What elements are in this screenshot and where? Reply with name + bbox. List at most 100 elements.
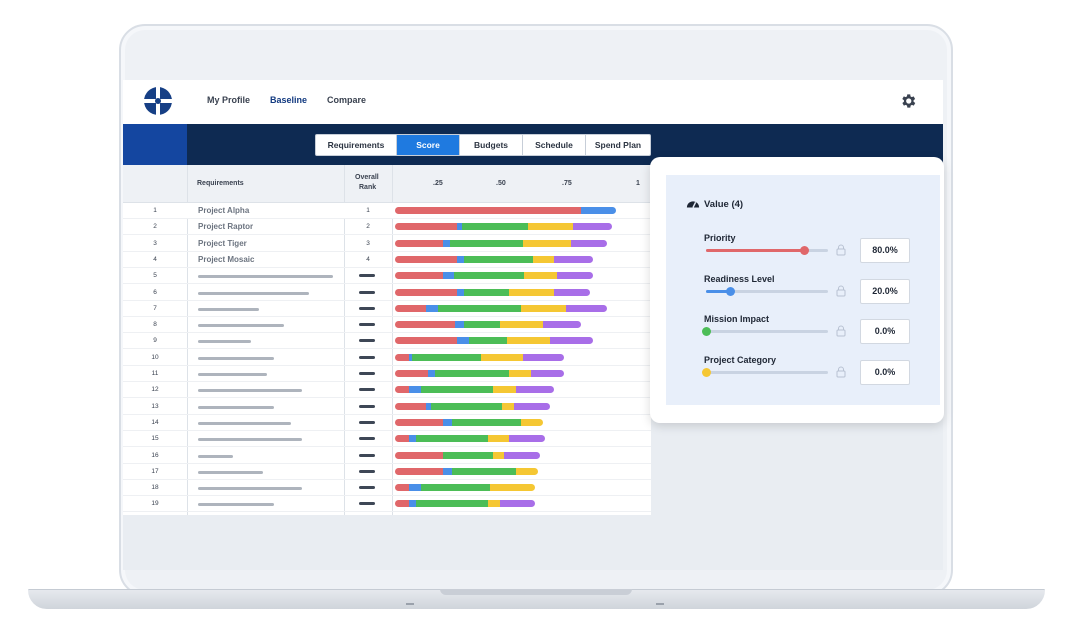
- weight-value-field[interactable]: 80.0%: [860, 238, 910, 263]
- table-row[interactable]: 12: [123, 382, 651, 399]
- table-row[interactable]: 10: [123, 350, 651, 366]
- table-row[interactable]: 1 Project Alpha 1: [123, 203, 651, 219]
- compass-logo-icon[interactable]: [143, 86, 173, 116]
- tab-spend-plan[interactable]: Spend Plan: [586, 135, 650, 155]
- table-row[interactable]: 2 Project Raptor 2: [123, 219, 651, 236]
- rank-placeholder: [359, 453, 375, 457]
- score-bar[interactable]: [395, 337, 593, 345]
- slider-handle[interactable]: [726, 286, 736, 296]
- gauge-icon: [686, 201, 700, 208]
- name-placeholder: [198, 405, 274, 409]
- table-row[interactable]: 8: [123, 317, 651, 334]
- score-bar[interactable]: [395, 418, 543, 426]
- lock-icon[interactable]: [836, 244, 846, 256]
- tab-requirements[interactable]: Requirements: [316, 135, 397, 155]
- weight-value-field[interactable]: 0.0%: [860, 319, 910, 344]
- rank-placeholder: [359, 437, 375, 441]
- score-segment-category: [502, 402, 514, 410]
- score-bar[interactable]: [395, 484, 536, 492]
- header-requirements[interactable]: Requirements: [197, 180, 244, 187]
- header-rank[interactable]: Rank: [359, 184, 376, 191]
- overall-rank: 2: [366, 223, 370, 231]
- score-bar[interactable]: [395, 207, 617, 214]
- table-row[interactable]: 15: [123, 431, 651, 448]
- score-segment-readiness: [409, 435, 417, 443]
- row-number: 9: [153, 337, 157, 345]
- score-bar[interactable]: [395, 239, 607, 247]
- project-name[interactable]: Project Raptor: [198, 222, 253, 231]
- gear-icon[interactable]: [899, 92, 917, 110]
- lock-icon[interactable]: [836, 285, 846, 297]
- score-bar[interactable]: [395, 321, 581, 329]
- score-bar[interactable]: [395, 435, 545, 443]
- table-row[interactable]: 13: [123, 399, 651, 415]
- score-bar[interactable]: [395, 500, 536, 508]
- score-bar[interactable]: [395, 467, 538, 475]
- score-segment-extra: [571, 239, 607, 247]
- nav-compare[interactable]: Compare: [327, 95, 366, 105]
- header-overall[interactable]: Overall: [355, 174, 379, 181]
- score-bar[interactable]: [395, 304, 607, 312]
- table-row[interactable]: 3 Project Tiger 3: [123, 236, 651, 252]
- score-bar[interactable]: [395, 272, 593, 280]
- project-name[interactable]: Project Alpha: [198, 206, 249, 215]
- tab-score[interactable]: Score: [397, 135, 460, 155]
- lock-icon[interactable]: [836, 325, 846, 337]
- toolbar-accent: [123, 124, 187, 165]
- table-row[interactable]: 4 Project Mosaic 4: [123, 252, 651, 268]
- score-bar[interactable]: [395, 255, 593, 263]
- slider-track[interactable]: [706, 246, 828, 255]
- score-segment-extra: [556, 272, 593, 280]
- table-row[interactable]: 18: [123, 480, 651, 497]
- score-segment-mission: [411, 353, 481, 361]
- score-bar[interactable]: [395, 402, 550, 410]
- score-segment-extra: [554, 288, 591, 296]
- name-placeholder: [198, 340, 251, 344]
- weight-value-field[interactable]: 0.0%: [860, 359, 910, 385]
- score-segment-priority: [395, 207, 581, 214]
- slider-track[interactable]: [706, 286, 828, 296]
- table-row[interactable]: 7: [123, 301, 651, 317]
- scale-tick: .75: [562, 180, 572, 187]
- table-row[interactable]: 17: [123, 464, 651, 480]
- slider-track[interactable]: [702, 327, 828, 336]
- score-bar[interactable]: [395, 223, 612, 231]
- score-bar[interactable]: [395, 386, 555, 394]
- project-name[interactable]: Project Mosaic: [198, 255, 254, 264]
- table-row[interactable]: 19: [123, 496, 651, 513]
- slider-handle[interactable]: [799, 246, 809, 255]
- slider-track[interactable]: [702, 367, 828, 377]
- rank-placeholder: [359, 404, 375, 408]
- slider-handle[interactable]: [702, 367, 711, 377]
- project-name[interactable]: Project Tiger: [198, 239, 247, 248]
- score-segment-extra: [523, 353, 564, 361]
- score-segment-priority: [395, 484, 410, 492]
- rank-placeholder: [359, 323, 375, 327]
- score-bar[interactable]: [395, 288, 591, 296]
- slider-handle[interactable]: [702, 327, 711, 336]
- table-row[interactable]: 6: [123, 285, 651, 301]
- score-segment-readiness: [425, 304, 438, 312]
- table-row[interactable]: 9: [123, 333, 651, 350]
- weight-value-field[interactable]: 20.0%: [860, 278, 910, 304]
- score-segment-priority: [395, 451, 443, 459]
- row-number: 12: [151, 386, 159, 394]
- score-segment-priority: [395, 402, 426, 410]
- table-row[interactable]: 16: [123, 448, 651, 464]
- tab-schedule[interactable]: Schedule: [523, 135, 586, 155]
- table-row[interactable]: 14: [123, 415, 651, 431]
- tab-budgets[interactable]: Budgets: [460, 135, 523, 155]
- table-row[interactable]: 5: [123, 268, 651, 285]
- score-bar[interactable]: [395, 451, 541, 459]
- score-table: Requirements Overall Rank .25 .50 .75 1 …: [123, 165, 651, 515]
- score-segment-priority: [395, 239, 443, 247]
- score-segment-category: [523, 272, 557, 280]
- table-row[interactable]: 11: [123, 366, 651, 382]
- lock-icon[interactable]: [836, 366, 846, 378]
- nav-baseline[interactable]: Baseline: [270, 95, 307, 105]
- score-bar[interactable]: [395, 353, 564, 361]
- nav-my-profile[interactable]: My Profile: [207, 95, 250, 105]
- score-segment-category: [487, 435, 510, 443]
- name-placeholder: [198, 373, 267, 376]
- score-bar[interactable]: [395, 370, 564, 377]
